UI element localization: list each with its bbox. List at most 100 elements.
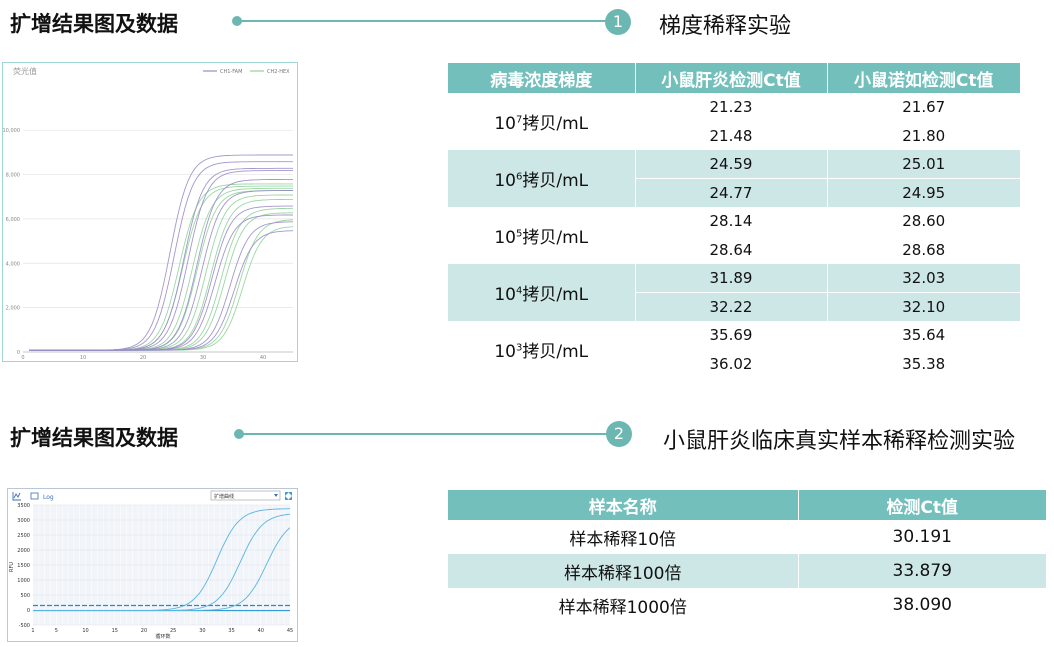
mhv-ct-cell: 21.23	[635, 93, 828, 122]
mhv-ct-cell: 31.89	[635, 264, 828, 293]
concentration-unit: 拷贝/mL	[522, 171, 589, 191]
amplification-chart-1: 荧光值 CH1-FAM CH2-HEX 10,000 8,000 6,000 4,000 2,…	[2, 62, 298, 362]
mhv-ct-cell: 28.14	[635, 207, 828, 236]
hex-curve	[29, 219, 294, 351]
concentration-base: 10	[494, 228, 516, 248]
hex-curve	[29, 185, 293, 351]
table-row: 105拷贝/mL 28.14 28.60	[448, 207, 1020, 264]
col-header-norovirus-ct: 小鼠诺如检测Ct值	[827, 63, 1020, 93]
concentration-base: 10	[494, 285, 516, 305]
concentration-base: 10	[494, 171, 516, 191]
amplification-chart-2-svg: Log 扩增曲线 3500 3000 2500 2000 1500 1000 500 0 -500 R…	[9, 490, 293, 640]
norovirus-ct-cell: 35.64	[827, 321, 1020, 350]
concentration-unit: 拷贝/mL	[522, 342, 589, 362]
mhv-ct-cell: 35.69	[635, 321, 828, 350]
fam-curve	[29, 170, 293, 351]
y-axis-label: 荧光值	[13, 66, 37, 76]
ct-value-cell: 38.090	[892, 595, 952, 615]
legend-label: CH1-FAM	[220, 69, 242, 75]
y-tick-label: 3500	[17, 503, 30, 509]
table-row: 104拷贝/mL 31.89 32.03	[448, 264, 1020, 321]
x-tick-label: 20	[140, 355, 146, 361]
ct-value-cell: 30.191	[892, 527, 952, 547]
y-tick-label: 0	[17, 350, 20, 356]
concentration-cell: 107拷贝/mL	[448, 93, 636, 150]
x-tick-label: 10	[80, 355, 86, 361]
fam-curve	[29, 178, 293, 351]
y-tick-label: -500	[19, 623, 30, 629]
col-header-mhv-ct: 小鼠肝炎检测Ct值	[635, 63, 828, 93]
curve-type-select-value: 扩增曲线	[214, 493, 234, 500]
fam-curve	[29, 230, 294, 351]
norovirus-ct-cell: 21.67	[827, 93, 1020, 122]
clinical-sample-table: 样本名称 检测Ct值 样本稀释10倍 30.191 样本稀释100倍 33.879 样本…	[448, 490, 1046, 622]
x-tick-label: 10	[82, 628, 88, 634]
col-header-ct-value: 检测Ct值	[798, 490, 1046, 520]
concentration-unit: 拷贝/mL	[522, 114, 589, 134]
timeline-line	[237, 20, 620, 22]
y-axis-label: RFU	[9, 562, 15, 572]
mhv-ct-cell: 24.77	[635, 178, 828, 207]
mhv-ct-cell: 32.22	[635, 292, 828, 321]
concentration-cell: 103拷贝/mL	[448, 321, 636, 378]
concentration-unit: 拷贝/mL	[522, 285, 589, 305]
amplification-chart-1-svg: 荧光值 CH1-FAM CH2-HEX 10,000 8,000 6,000 4,000 2,…	[3, 66, 294, 361]
table-row: 样本稀释1000倍 38.090	[448, 588, 1046, 622]
timeline-line	[239, 433, 621, 435]
x-tick-label: 1	[31, 628, 34, 634]
x-tick-label: 20	[141, 628, 147, 634]
concentration-base: 10	[494, 114, 516, 134]
col-header-concentration: 病毒浓度梯度	[448, 63, 636, 93]
y-tick-label: 2,000	[6, 306, 20, 312]
norovirus-ct-cell: 24.95	[827, 178, 1020, 207]
chart-icon	[12, 492, 21, 501]
y-tick-label: 6,000	[6, 217, 20, 223]
concentration-unit: 拷贝/mL	[522, 228, 589, 248]
mhv-ct-cell: 24.59	[635, 150, 828, 179]
x-axis-label: 循环数	[155, 633, 170, 640]
x-tick-label: 5	[55, 628, 58, 634]
mhv-ct-cell: 36.02	[635, 349, 828, 378]
fam-curve	[29, 221, 293, 351]
hex-curve	[29, 212, 293, 351]
x-tick-label: 30	[199, 628, 205, 634]
y-tick-label: 4,000	[6, 261, 20, 267]
y-tick-label: 1500	[17, 563, 30, 569]
x-tick-label: 30	[200, 355, 206, 361]
experiment1-title: 梯度稀释实验	[659, 14, 792, 39]
experiment2-title: 小鼠肝炎临床真实样本稀释检测实验	[663, 429, 1016, 454]
hex-curve	[29, 183, 293, 351]
mhv-ct-cell: 21.48	[635, 121, 828, 150]
y-tick-label: 3000	[17, 518, 30, 524]
col-header-sample-name: 样本名称	[448, 490, 799, 520]
export-icon	[30, 492, 39, 500]
x-tick-label: 25	[170, 628, 176, 634]
x-tick-label: 40	[258, 628, 264, 634]
y-tick-label: 2000	[17, 548, 30, 554]
fam-curve	[29, 190, 293, 351]
y-tick-label: 2500	[17, 533, 30, 539]
fam-curve	[29, 167, 293, 351]
table-row: 103拷贝/mL 35.69 35.64	[448, 321, 1020, 378]
x-tick-label: 35	[228, 628, 234, 634]
y-tick-label: 500	[20, 593, 30, 599]
section1-title: 扩增结果图及数据	[10, 12, 178, 36]
x-tick-label: 40	[260, 355, 266, 361]
y-tick-label: 0	[27, 608, 30, 614]
hex-curve	[29, 190, 293, 351]
norovirus-ct-cell: 35.38	[902, 355, 946, 373]
sample-name-cell: 样本稀释10倍	[448, 520, 799, 554]
fullscreen-icon	[285, 492, 292, 500]
sample-name-cell: 样本稀释100倍	[448, 554, 799, 588]
table-row: 107拷贝/mL 21.23 21.67	[448, 93, 1020, 150]
x-tick-label: 15	[112, 628, 118, 634]
concentration-cell: 106拷贝/mL	[448, 150, 636, 207]
norovirus-ct-cell: 32.10	[827, 292, 1020, 321]
x-tick-label: 45	[287, 628, 293, 634]
norovirus-ct-cell: 28.60	[827, 207, 1020, 236]
table-row: 样本稀释10倍 30.191	[448, 520, 1046, 554]
norovirus-ct-cell: 32.03	[827, 264, 1020, 293]
concentration-cell: 104拷贝/mL	[448, 264, 636, 321]
legend-label: CH2-HEX	[267, 69, 290, 75]
norovirus-ct-cell: 21.80	[902, 127, 946, 145]
